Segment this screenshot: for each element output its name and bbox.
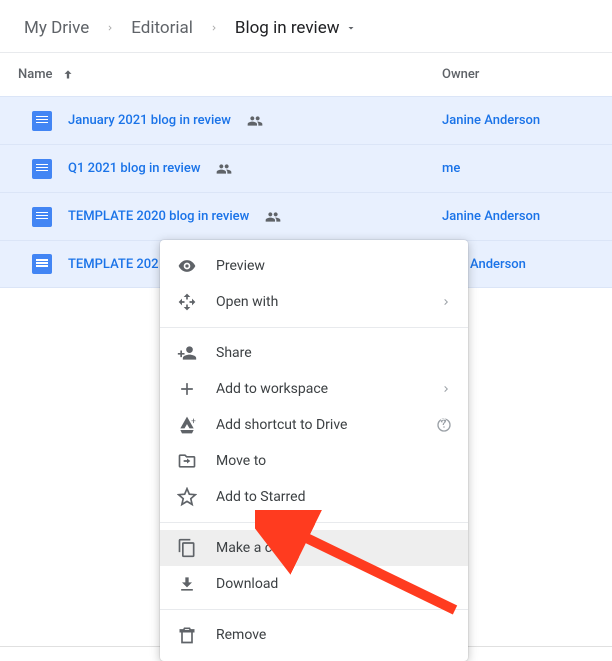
shared-icon [247, 113, 263, 129]
context-menu: Preview Open with Share Add to workspace… [160, 240, 468, 661]
file-name: TEMPLATE 2020 blog in review [68, 209, 249, 224]
file-name: January 2021 blog in review [68, 113, 231, 128]
file-name: Q1 2021 blog in review [68, 161, 200, 176]
trash-icon [176, 625, 198, 645]
menu-move-to[interactable]: Move to [160, 443, 468, 479]
menu-add-to-workspace[interactable]: Add to workspace [160, 371, 468, 407]
menu-remove[interactable]: Remove [160, 617, 468, 653]
menu-add-shortcut[interactable]: + Add shortcut to Drive [160, 407, 468, 443]
menu-label: Open with [216, 294, 422, 310]
drive-shortcut-icon: + [176, 415, 198, 435]
breadcrumb-current[interactable]: Blog in review [229, 14, 364, 42]
breadcrumb-root[interactable]: My Drive [18, 14, 95, 42]
file-owner: Janine Anderson [442, 113, 594, 128]
table-row[interactable]: January 2021 blog in review Janine Ander… [0, 96, 612, 144]
svg-text:+: + [191, 416, 196, 426]
open-with-icon [176, 292, 198, 312]
file-name: TEMPLATE 202 [68, 257, 159, 272]
menu-label: Remove [216, 627, 452, 643]
menu-label: Share [216, 345, 452, 361]
file-owner: me [442, 161, 594, 176]
menu-separator [160, 522, 468, 523]
person-add-icon [176, 343, 198, 363]
column-owner-label: Owner [442, 67, 479, 82]
menu-share[interactable]: Share [160, 335, 468, 371]
chevron-right-icon [97, 23, 123, 33]
menu-separator [160, 327, 468, 328]
table-row[interactable]: Q1 2021 blog in review me [0, 144, 612, 192]
menu-download[interactable]: Download [160, 566, 468, 602]
menu-separator [160, 609, 468, 610]
menu-preview[interactable]: Preview [160, 248, 468, 284]
column-name[interactable]: Name [18, 67, 442, 82]
menu-make-a-copy[interactable]: Make a copy [160, 530, 468, 566]
folder-move-icon [176, 451, 198, 471]
chevron-right-icon [440, 296, 452, 308]
menu-label: Preview [216, 258, 452, 274]
menu-open-with[interactable]: Open with [160, 284, 468, 320]
chevron-right-icon [440, 383, 452, 395]
column-owner[interactable]: Owner [442, 67, 594, 82]
file-owner: Janine Anderson [442, 209, 594, 224]
menu-label: Add to Starred [216, 489, 452, 505]
doc-icon [32, 111, 52, 131]
breadcrumb: My Drive Editorial Blog in review [0, 0, 612, 53]
doc-icon [32, 207, 52, 227]
doc-icon [32, 254, 52, 274]
shared-icon [216, 161, 232, 177]
download-icon [176, 574, 198, 594]
star-icon [176, 487, 198, 507]
table-row[interactable]: TEMPLATE 2020 blog in review Janine Ande… [0, 192, 612, 240]
arrow-up-icon [61, 68, 75, 82]
chevron-right-icon [201, 23, 227, 33]
breadcrumb-editorial[interactable]: Editorial [125, 14, 199, 42]
column-header: Name Owner [0, 53, 612, 96]
shared-icon [265, 209, 281, 225]
help-icon [436, 417, 452, 433]
doc-icon [32, 159, 52, 179]
caret-down-icon [345, 22, 357, 34]
menu-label: Move to [216, 453, 452, 469]
menu-label: Add shortcut to Drive [216, 417, 418, 433]
menu-label: Add to workspace [216, 381, 422, 397]
menu-add-starred[interactable]: Add to Starred [160, 479, 468, 515]
copy-icon [176, 538, 198, 558]
column-name-label: Name [18, 67, 53, 82]
eye-icon [176, 256, 198, 276]
plus-icon [176, 379, 198, 399]
menu-label: Download [216, 576, 452, 592]
breadcrumb-current-label: Blog in review [235, 18, 340, 38]
menu-label: Make a copy [216, 540, 452, 556]
